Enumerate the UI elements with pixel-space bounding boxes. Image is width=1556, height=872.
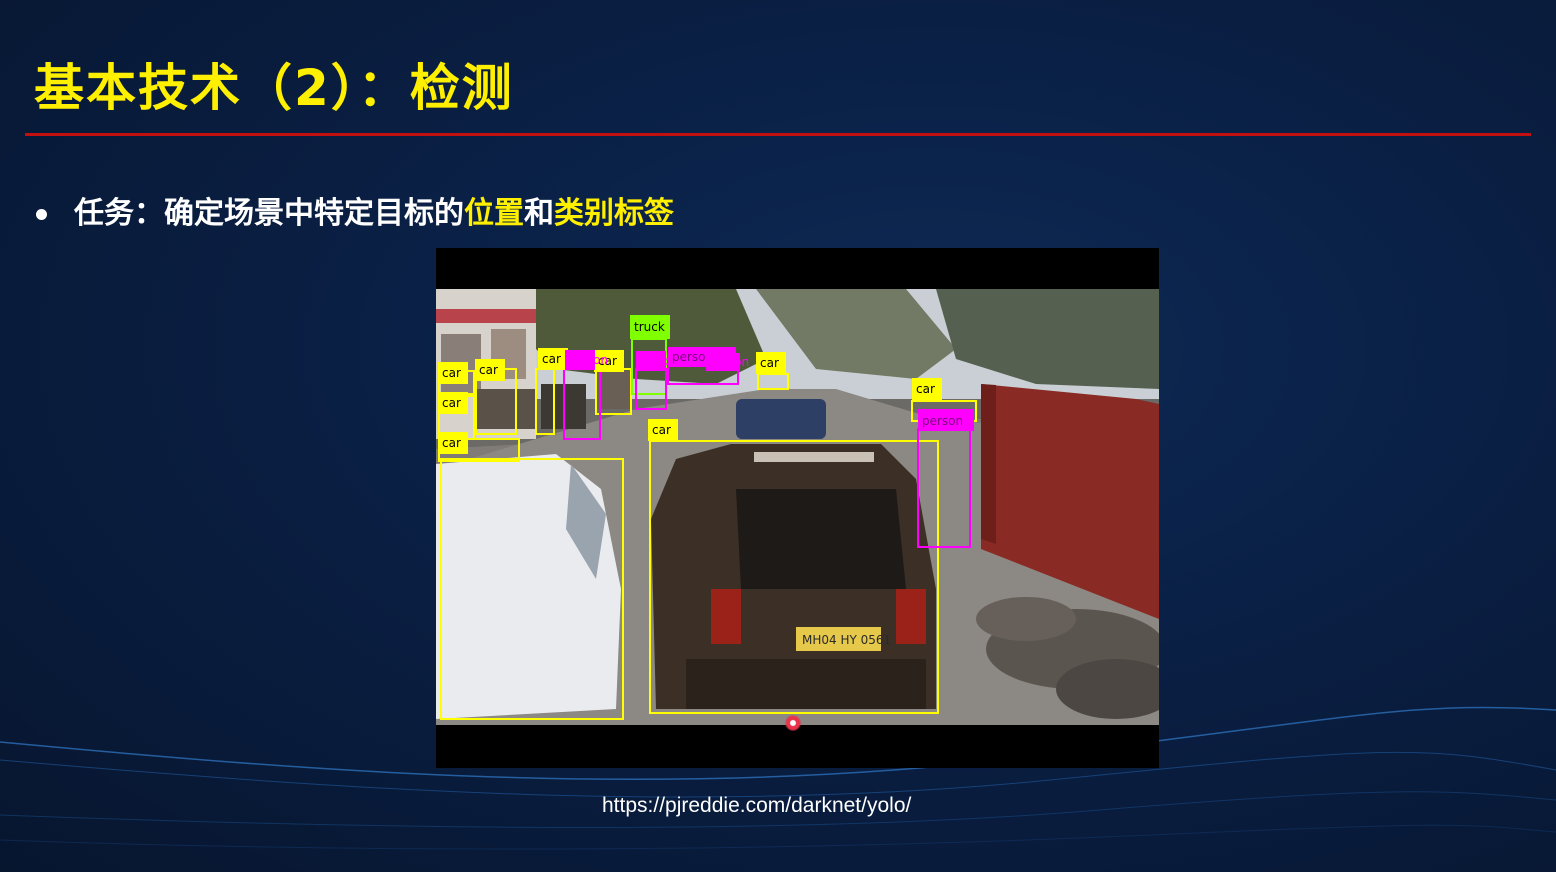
detection-label-car: car (442, 366, 461, 380)
detection-label-car: car (442, 436, 461, 450)
source-url-link[interactable]: https://pjreddie.com/darknet/yolo/ (602, 794, 911, 818)
task-bullet: 任务：确定场景中特定目标的 位置和类别标签 (34, 196, 674, 232)
bullet-highlight-category: 类别标签 (554, 196, 674, 231)
slide-title: 基本技术（2）：检测 (34, 59, 514, 117)
detection-label-car: car (916, 382, 935, 396)
detection-label-car: car (479, 363, 498, 377)
title-divider (25, 133, 1531, 136)
bullet-connector: 和 (524, 196, 554, 231)
detection-label-person: person (567, 353, 608, 367)
bullet-prefix: 任务：确定场景中特定目标的 (74, 196, 464, 231)
laser-pointer-icon (785, 715, 801, 731)
detection-video[interactable]: MH04 HY 0561 truck car car car car car c… (436, 248, 1159, 768)
license-plate-text: MH04 HY 0561 (802, 633, 891, 647)
video-scene: MH04 HY 0561 truck car car car car car c… (436, 289, 1159, 725)
detection-label-car: car (442, 396, 461, 410)
detection-label-person: person (708, 355, 749, 369)
detection-label-person: person (922, 414, 963, 428)
detection-label-car: car (760, 356, 779, 370)
bullet-icon (36, 208, 47, 220)
detection-label-car: car (542, 352, 561, 366)
detection-label-car: car (652, 423, 671, 437)
detection-label-truck: truck (634, 320, 665, 334)
bullet-highlight-location: 位置 (464, 196, 524, 231)
street-scene-image: MH04 HY 0561 truck car car car car car c… (436, 289, 1159, 725)
